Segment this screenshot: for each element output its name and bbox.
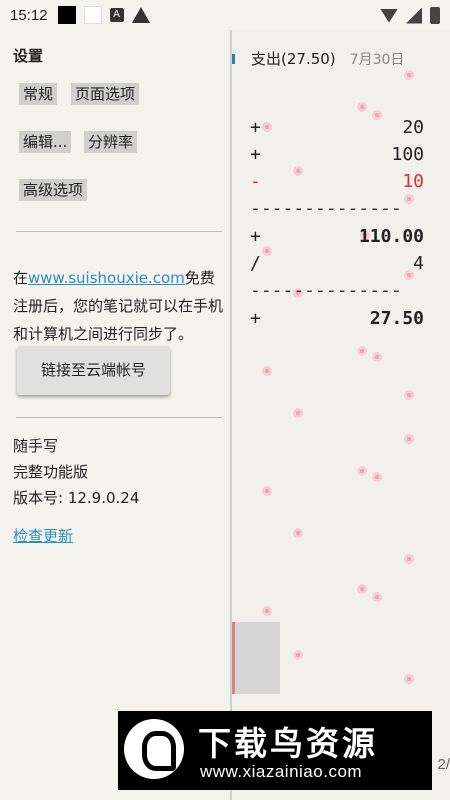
app-name: 随手写: [13, 437, 59, 455]
blossom-decoration: [372, 352, 382, 362]
settings-title: 设置: [13, 47, 44, 65]
blossom-decoration: [404, 70, 414, 80]
calc-operator: +: [250, 226, 261, 247]
note-area[interactable]: 支出(27.50) 7月30日 + 20 B + 100 F - 10 C --…: [232, 30, 450, 800]
status-time: 15:12: [10, 6, 48, 24]
calc-value: 20: [402, 117, 424, 138]
result-row: + 27.50: [250, 308, 450, 332]
blossom-decoration: [293, 650, 303, 660]
check-update-link[interactable]: 检查更新: [13, 525, 73, 546]
status-bar: 15:12 A: [0, 0, 450, 30]
link-cloud-account-button[interactable]: 链接至云端帐号: [17, 346, 170, 395]
calc-operator: +: [250, 117, 261, 138]
note-date: 7月30日: [349, 51, 405, 68]
signal-icon: [406, 7, 422, 24]
blossom-decoration: [293, 408, 303, 418]
app-info: 随手写 完整功能版 版本号: 12.9.0.24: [13, 433, 139, 511]
battery-icon: [430, 7, 440, 24]
divisor-value: 4: [413, 253, 424, 274]
calc-value: 10: [402, 171, 424, 192]
general-button[interactable]: 常规: [19, 83, 58, 105]
resolution-button[interactable]: 分辨率: [84, 131, 138, 153]
register-text: 在www.suishouxie.com免费注册后，您的笔记就可以在手机和计算机之…: [13, 264, 228, 348]
website-link[interactable]: www.suishouxie.com: [28, 269, 185, 287]
blossom-decoration: [262, 486, 272, 496]
scroll-handle[interactable]: [232, 622, 280, 694]
blossom-decoration: [262, 606, 272, 616]
calc-operator: -: [250, 171, 261, 192]
bird-logo-icon: [124, 719, 184, 779]
a-badge-icon: A: [109, 8, 124, 22]
blossom-decoration: [357, 584, 367, 594]
header-marker: [232, 53, 235, 64]
note-header: 支出(27.50) 7月30日: [232, 48, 450, 69]
calc-separator: --------------: [250, 280, 402, 301]
result-value: 27.50: [369, 308, 424, 329]
settings-panel: 设置 常规 页面选项 编辑... 分辨率 高级选项 在www.suishouxi…: [0, 30, 232, 800]
app-edition: 完整功能版: [13, 463, 89, 481]
divide-row: / 4: [250, 253, 450, 277]
app-version: 版本号: 12.9.0.24: [13, 489, 140, 507]
warning-icon: [131, 7, 150, 23]
page-indicator: 2/: [437, 756, 450, 773]
blossom-decoration: [357, 466, 367, 476]
white-square-icon: [83, 6, 102, 24]
subtotal-row: + 110.00: [250, 226, 450, 250]
register-prefix: 在: [13, 269, 29, 287]
calc-value: 100: [391, 144, 424, 165]
blossom-decoration: [262, 366, 272, 376]
watermark-title: 下载鸟资源: [198, 724, 378, 763]
blossom-decoration: [293, 528, 303, 538]
calc-row: + 20 B: [250, 117, 450, 141]
blossom-decoration: [404, 554, 414, 564]
divider: [16, 231, 222, 232]
blossom-decoration: [357, 346, 367, 356]
watermark-banner: 下载鸟资源 www.xiazainiao.com: [118, 711, 432, 790]
blossom-decoration: [404, 390, 414, 400]
watermark-url: www.xiazainiao.com: [200, 762, 363, 781]
divider: [16, 417, 222, 418]
wifi-icon: [380, 8, 398, 23]
calc-row: - 10 C: [250, 171, 450, 195]
edit-button[interactable]: 编辑...: [19, 131, 72, 153]
black-square-icon: [57, 6, 76, 24]
blossom-decoration: [372, 592, 382, 602]
calc-operator: +: [250, 308, 261, 329]
note-title: 支出(27.50): [251, 50, 336, 68]
calc-separator: --------------: [250, 198, 402, 219]
calc-operator: +: [250, 144, 261, 165]
blossom-decoration: [372, 472, 382, 482]
subtotal-value: 110.00: [358, 226, 424, 247]
blossom-decoration: [404, 434, 414, 444]
advanced-options-button[interactable]: 高级选项: [19, 179, 88, 201]
blossom-decoration: [357, 102, 367, 112]
calc-row: + 100 F: [250, 144, 450, 168]
blossom-decoration: [404, 674, 414, 684]
calc-operator: /: [250, 253, 261, 274]
page-options-button[interactable]: 页面选项: [71, 83, 140, 105]
